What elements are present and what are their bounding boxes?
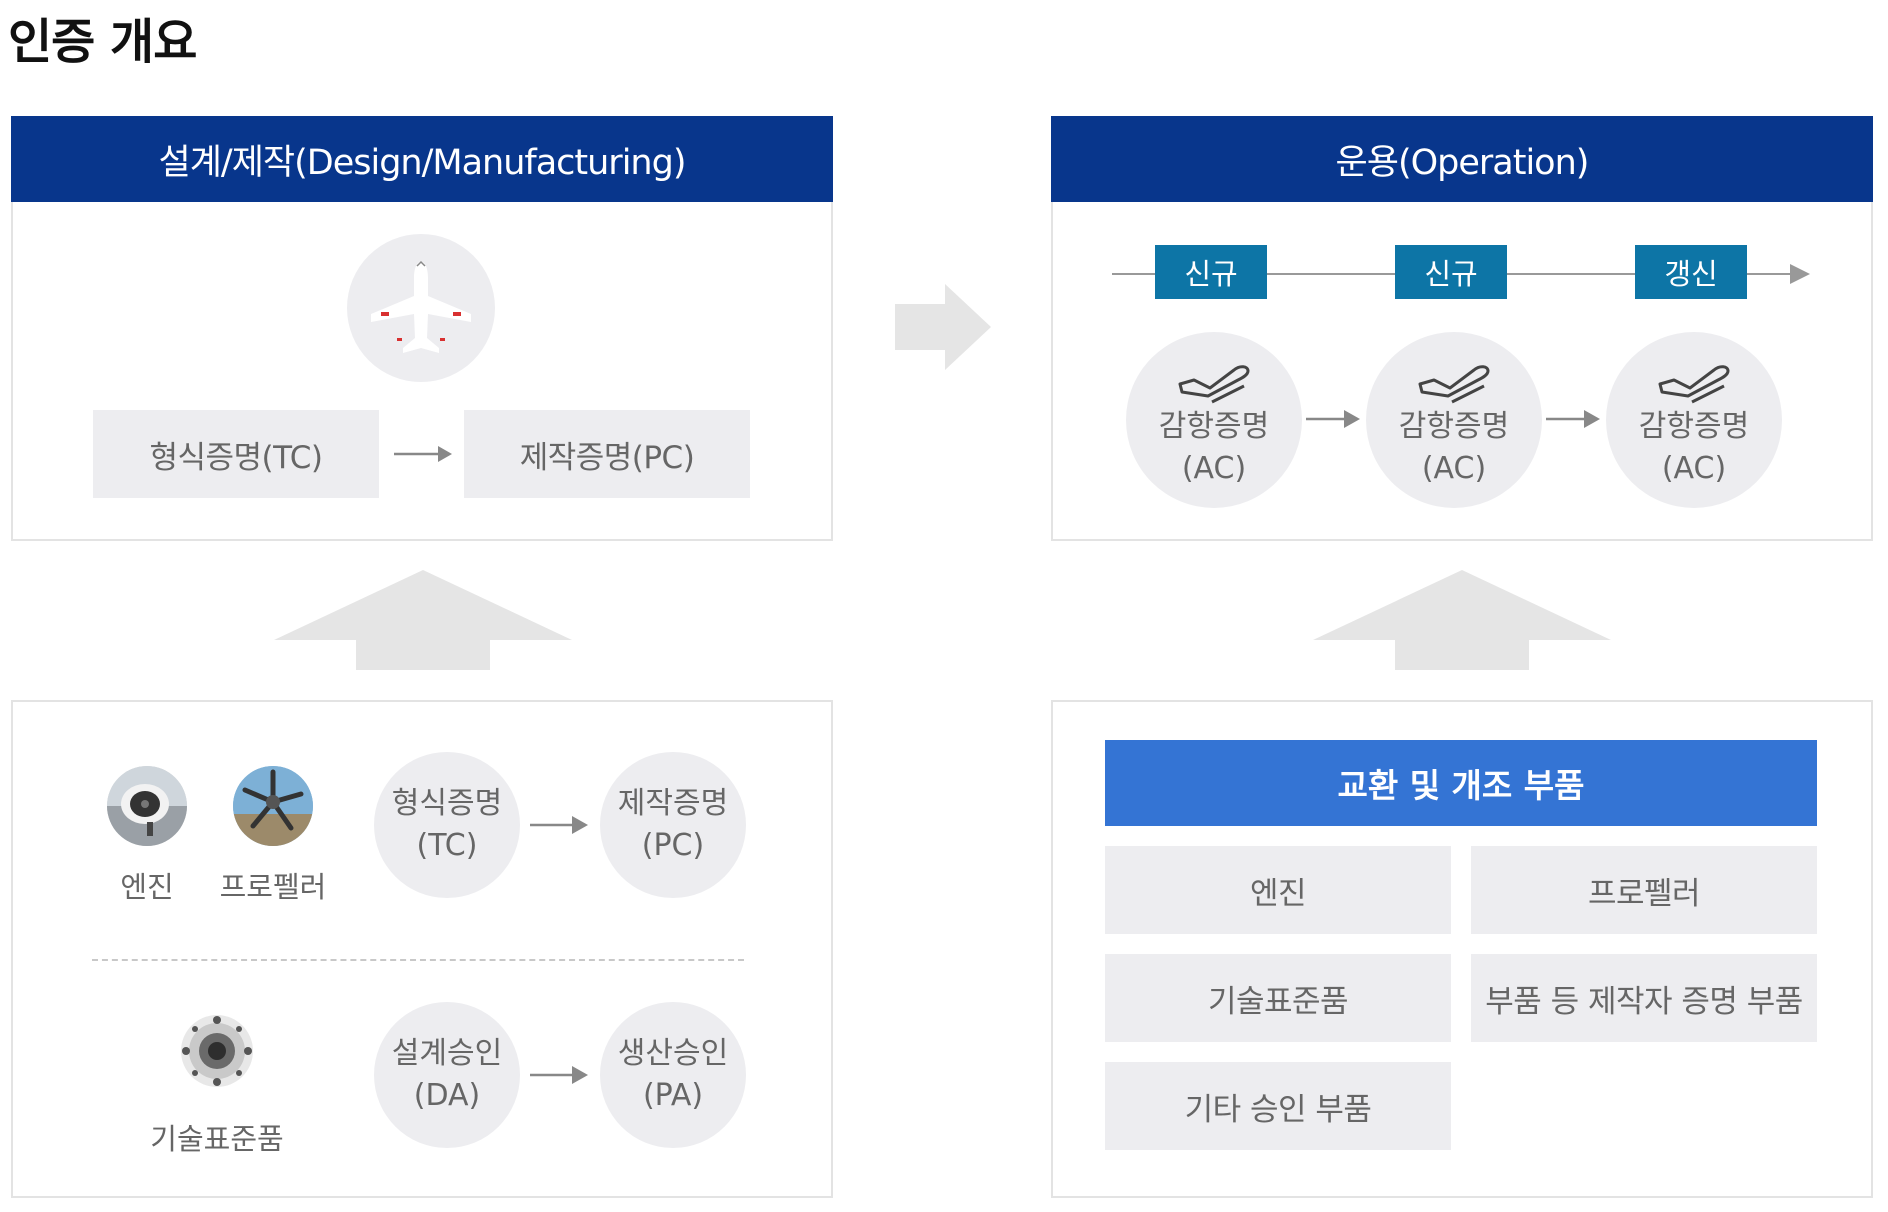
parts-item-pma: 부품 등 제작자 증명 부품	[1471, 954, 1817, 1042]
parts-item-label: 기술표준품	[1207, 983, 1349, 1020]
dashed-divider	[92, 959, 744, 961]
up-arrow-right	[1313, 570, 1611, 670]
parts-item-label: 프로펠러	[1587, 875, 1701, 912]
ac-circle-1: 감항증명 (AC)	[1126, 332, 1302, 508]
big-right-arrow	[895, 284, 991, 370]
ac-circle-2: 감항증명 (AC)	[1366, 332, 1542, 508]
takeoff-icon	[1418, 365, 1490, 404]
da-to-pa-arrow	[530, 1066, 588, 1084]
propeller-photo	[233, 766, 313, 846]
pc-circle-line1: 제작증명	[617, 786, 729, 821]
tag-new-1: 신규	[1155, 245, 1267, 299]
operation-header: 운용(Operation)	[1051, 116, 1873, 202]
tc-circle: 형식증명 (TC)	[374, 752, 520, 898]
tso-label: 기술표준품	[150, 1122, 284, 1156]
engine-label: 엔진	[120, 870, 174, 904]
ac-arrow-1	[1306, 410, 1360, 428]
tc-circle-line1: 형식증명	[391, 786, 503, 821]
parts-item-label: 부품 등 제작자 증명 부품	[1485, 983, 1803, 1020]
takeoff-icon	[1178, 365, 1250, 404]
pa-circle-line1: 생산승인	[617, 1036, 729, 1071]
da-circle: 설계승인 (DA)	[374, 1002, 520, 1148]
pa-circle-line2: (PA)	[642, 1078, 704, 1113]
parts-item-label: 엔진	[1249, 875, 1307, 912]
takeoff-icon	[1658, 365, 1730, 404]
tc-box: 형식증명(TC)	[93, 410, 379, 498]
parts-header: 교환 및 개조 부품	[1105, 740, 1817, 826]
pc-box-label: 제작증명(PC)	[519, 439, 695, 476]
up-arrow-left	[274, 570, 572, 670]
tc-to-pc-small-arrow	[530, 816, 588, 834]
parts-item-propeller: 프로펠러	[1471, 846, 1817, 934]
parts-item-label: 기타 승인 부품	[1184, 1091, 1372, 1128]
page-title: 인증 개요	[8, 14, 197, 70]
da-circle-line2: (DA)	[413, 1078, 481, 1113]
ac-circle-1-line1: 감항증명	[1158, 409, 1270, 444]
ac-circle-2-line1: 감항증명	[1398, 409, 1510, 444]
design-manufacturing-header: 설계/제작(Design/Manufacturing)	[11, 116, 833, 202]
pc-circle-line2: (PC)	[641, 828, 705, 863]
tc-box-label: 형식증명(TC)	[149, 439, 323, 476]
ac-circle-3: 감항증명 (AC)	[1606, 332, 1782, 508]
tc-to-pc-arrow	[394, 446, 452, 462]
ac-circle-3-line1: 감항증명	[1638, 409, 1750, 444]
parts-item-other: 기타 승인 부품	[1105, 1062, 1451, 1150]
propeller-label: 프로펠러	[219, 870, 327, 904]
pa-circle: 생산승인 (PA)	[600, 1002, 746, 1148]
parts-item-engine: 엔진	[1105, 846, 1451, 934]
ac-circle-1-line2: (AC)	[1181, 451, 1247, 486]
tag-renewal: 갱신	[1635, 245, 1747, 299]
ac-circle-2-line2: (AC)	[1421, 451, 1487, 486]
parts-item-tso: 기술표준품	[1105, 954, 1451, 1042]
tso-part-photo	[178, 1012, 256, 1090]
tc-circle-line2: (TC)	[416, 828, 478, 863]
airplane-icon	[347, 234, 495, 382]
da-circle-line1: 설계승인	[391, 1036, 503, 1071]
ac-arrow-2	[1546, 410, 1600, 428]
engine-photo	[107, 766, 187, 846]
pc-box: 제작증명(PC)	[464, 410, 750, 498]
tag-new-2: 신규	[1395, 245, 1507, 299]
ac-circle-3-line2: (AC)	[1661, 451, 1727, 486]
pc-circle: 제작증명 (PC)	[600, 752, 746, 898]
